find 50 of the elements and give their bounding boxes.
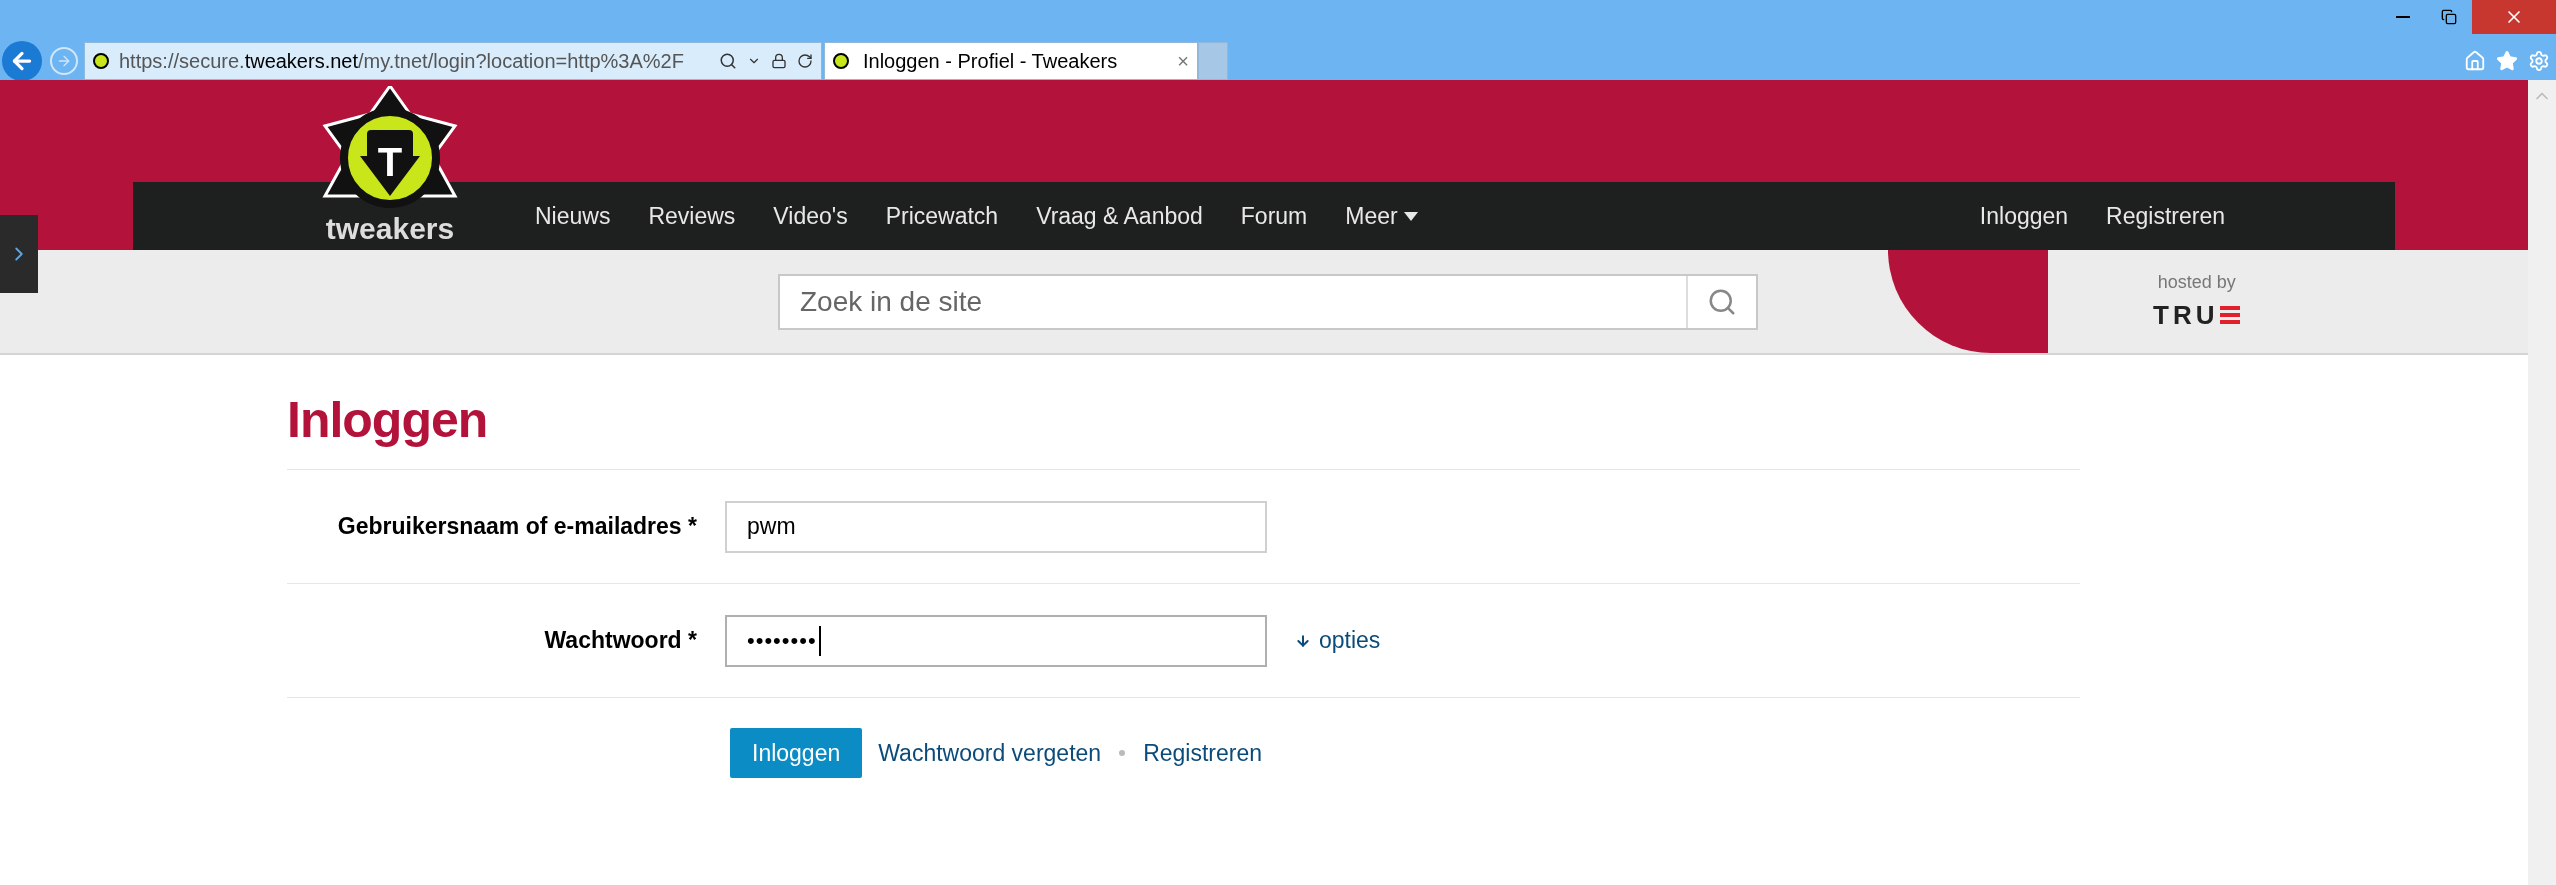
nav-link[interactable]: Nieuws xyxy=(535,198,611,234)
scrollbar[interactable] xyxy=(2528,80,2556,885)
forgot-password-link[interactable]: Wachtwoord vergeten xyxy=(878,735,1102,771)
back-button[interactable] xyxy=(2,41,42,81)
field-label: Gebruikersnaam of e-mailadres * xyxy=(336,512,698,542)
text-cursor xyxy=(818,625,821,656)
options-link[interactable]: opties xyxy=(1295,623,1381,658)
logo-wordmark: tweakers xyxy=(325,211,455,247)
forward-arrow-icon xyxy=(56,53,72,69)
nav-link[interactable]: Vraag & Aanbod xyxy=(1036,198,1203,234)
nav-link[interactable]: Reviews xyxy=(648,198,736,234)
caret-icon xyxy=(1403,211,1418,221)
nav-link[interactable]: Inloggen xyxy=(1979,198,2069,234)
field-value: pwm xyxy=(747,512,796,542)
new-tab-button[interactable] xyxy=(1198,42,1228,80)
lock-icon xyxy=(771,53,787,69)
input-field[interactable]: •••••••• xyxy=(725,614,1267,667)
nav-link[interactable]: Forum xyxy=(1240,198,1308,234)
nav-link[interactable]: Video's xyxy=(773,198,848,234)
hosted-by-label: hosted by xyxy=(2157,270,2236,294)
host-logo-text: TRU xyxy=(2153,298,2219,332)
favorites-star-icon[interactable] xyxy=(2496,50,2518,72)
search-icon[interactable] xyxy=(719,52,737,70)
login-button[interactable]: Inloggen xyxy=(730,728,863,778)
nav-link[interactable]: Pricewatch xyxy=(885,198,999,234)
tab-title: Inloggen - Profiel - Tweakers xyxy=(863,49,1119,74)
input-field[interactable]: pwm xyxy=(725,500,1267,553)
sidebar-toggle[interactable] xyxy=(0,215,38,293)
field-value: •••••••• xyxy=(747,627,817,655)
tab-close[interactable]: × xyxy=(1177,46,1189,76)
host-logo-bars-icon xyxy=(2220,305,2241,325)
logo-letter: T xyxy=(377,139,403,186)
browser-tab[interactable]: Inloggen - Profiel - Tweakers × xyxy=(824,42,1198,80)
forward-button[interactable] xyxy=(50,47,78,75)
nav-link[interactable]: Registreren xyxy=(2106,198,2225,234)
site-favicon xyxy=(93,53,109,69)
url-text: https://secure.tweakers.net/my.tnet/login?location=http%3A%2F xyxy=(119,49,685,74)
restore-icon xyxy=(2441,9,2457,25)
search-placeholder: Zoek in de site xyxy=(799,284,984,319)
site-favicon xyxy=(833,53,849,69)
register-link[interactable]: Registreren xyxy=(1143,735,1262,771)
refresh-icon[interactable] xyxy=(797,53,813,69)
nav-more-link[interactable]: Meer xyxy=(1345,198,1418,234)
address-bar[interactable]: https://secure.tweakers.net/my.tnet/login?location=http%3A%2F xyxy=(84,42,822,80)
page-title: Inloggen xyxy=(287,391,489,450)
minimize-icon xyxy=(2396,16,2410,18)
field-label: Wachtwoord * xyxy=(543,626,698,656)
home-icon[interactable] xyxy=(2464,50,2486,72)
search-field[interactable]: Zoek in de site xyxy=(778,273,1758,330)
settings-icon[interactable] xyxy=(2528,50,2550,72)
